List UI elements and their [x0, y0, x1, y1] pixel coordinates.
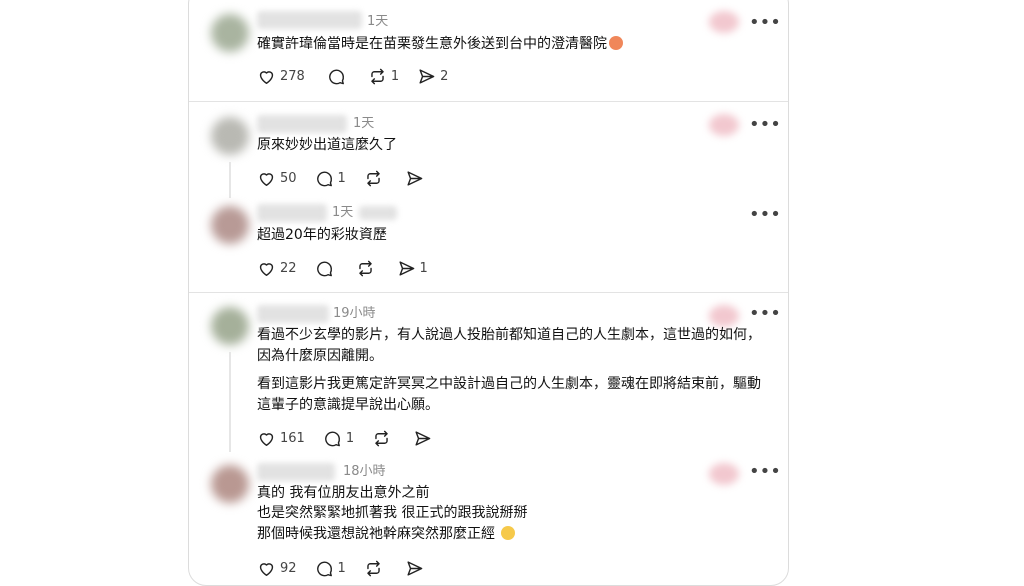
action-bar: 161 1 [257, 427, 454, 449]
like-count: 92 [280, 560, 297, 576]
send-icon [405, 559, 424, 578]
reply-count: 1 [337, 560, 346, 576]
repost-icon [372, 429, 391, 448]
repost-count: 1 [390, 68, 400, 84]
speech-bubble-icon [315, 259, 334, 278]
share-button[interactable]: 1 [397, 259, 428, 278]
send-icon [397, 259, 416, 278]
send-icon [417, 67, 436, 86]
like-count: 22 [280, 260, 297, 276]
divider [189, 292, 788, 293]
action-bar: 22 1 [257, 257, 446, 279]
reply-count: 1 [345, 430, 355, 446]
avatar[interactable] [211, 117, 249, 155]
username-blurred[interactable] [257, 204, 327, 222]
badge-blurred [359, 206, 397, 220]
speech-bubble-icon [327, 67, 346, 86]
comment-text: 確實許瑋倫當時是在苗栗發生意外後送到台中的澄清醫院 [257, 34, 623, 55]
pleading-face-emoji [501, 526, 516, 540]
more-options-icon[interactable]: ••• [749, 116, 781, 138]
repost-icon [364, 559, 383, 578]
username-blurred[interactable] [257, 463, 335, 481]
heart-icon [257, 169, 276, 188]
comments-panel: 1天 ••• 確實許瑋倫當時是在苗栗發生意外後送到台中的澄清醫院 278 1 2… [188, 0, 789, 586]
heart-icon [257, 559, 276, 578]
share-button[interactable]: 2 [417, 67, 448, 86]
repost-icon [368, 67, 387, 86]
angry-face-emoji [609, 36, 623, 50]
comment-text: 也是突然緊緊地抓著我 很正式的跟我說掰掰 [257, 505, 528, 521]
repost-icon [364, 169, 383, 188]
more-options-icon[interactable]: ••• [749, 14, 781, 36]
liked-indicator [709, 11, 739, 33]
liked-indicator [709, 114, 739, 136]
action-bar: 50 1 [257, 167, 446, 189]
like-count: 278 [280, 68, 305, 84]
more-options-icon[interactable]: ••• [749, 463, 781, 485]
comment-text: 那個時候我還想說祂幹麻突然那麼正經 [257, 524, 516, 545]
speech-bubble-icon [315, 169, 334, 188]
heart-icon [257, 67, 276, 86]
comment-text: 看過不少玄學的影片，有人說過人投胎前都知道自己的人生劇本，這世過的如何， [257, 327, 761, 343]
comment-text: 這輩子的意識提早說出心願。 [257, 397, 439, 413]
repost-button[interactable] [364, 169, 387, 188]
avatar[interactable] [211, 465, 249, 503]
heart-icon [257, 259, 276, 278]
heart-icon [257, 429, 276, 448]
like-button[interactable]: 92 [257, 559, 297, 578]
timestamp: 18小時 [343, 464, 386, 479]
comment-text: 因為什麼原因離開。 [257, 348, 383, 364]
reply-button[interactable]: 1 [323, 429, 354, 448]
comment-body: 那個時候我還想說祂幹麻突然那麼正經 [257, 526, 495, 542]
comment-text: 真的 我有位朋友出意外之前 [257, 485, 430, 501]
username-blurred[interactable] [257, 11, 362, 29]
repost-button[interactable]: 1 [368, 67, 399, 86]
timestamp: 1天 [353, 116, 375, 131]
liked-indicator [709, 305, 739, 327]
comment-text: 原來妙妙出道這麼久了 [257, 137, 397, 153]
reply-count: 1 [337, 170, 346, 186]
timestamp: 19小時 [333, 306, 376, 321]
send-icon [405, 169, 424, 188]
action-bar: 278 1 2 [257, 65, 466, 87]
repost-button[interactable] [356, 259, 379, 278]
reply-button[interactable]: 1 [315, 169, 346, 188]
avatar[interactable] [211, 307, 249, 345]
like-count: 50 [280, 170, 297, 186]
divider [189, 101, 788, 102]
share-button[interactable] [413, 429, 436, 448]
avatar[interactable] [211, 206, 249, 244]
share-button[interactable] [405, 559, 428, 578]
timestamp: 1天 [332, 205, 354, 220]
repost-button[interactable] [372, 429, 395, 448]
username-blurred[interactable] [257, 305, 329, 323]
share-count: 2 [440, 68, 449, 84]
speech-bubble-icon [315, 559, 334, 578]
comment-body: 確實許瑋倫當時是在苗栗發生意外後送到台中的澄清醫院 [257, 36, 607, 52]
username-blurred[interactable] [257, 115, 347, 133]
speech-bubble-icon [323, 429, 342, 448]
share-count: 1 [419, 260, 428, 276]
timestamp: 1天 [367, 14, 389, 29]
reply-button[interactable] [315, 259, 338, 278]
thread-line [229, 162, 231, 198]
like-button[interactable]: 22 [257, 259, 297, 278]
send-icon [413, 429, 432, 448]
thread-line [229, 352, 231, 452]
reply-button[interactable]: 1 [315, 559, 346, 578]
share-button[interactable] [405, 169, 428, 188]
like-button[interactable]: 50 [257, 169, 297, 188]
like-button[interactable]: 161 [257, 429, 305, 448]
like-button[interactable]: 278 [257, 67, 305, 86]
like-count: 161 [280, 430, 305, 446]
comment-text: 看到這影片我更篤定許冥冥之中設計過自己的人生劇本，靈魂在即將結束前，驅動 [257, 376, 761, 392]
repost-icon [356, 259, 375, 278]
comment-text: 超過20年的彩妝資歷 [257, 227, 387, 243]
reply-button[interactable] [327, 67, 350, 86]
liked-indicator [709, 463, 739, 485]
more-options-icon[interactable]: ••• [749, 206, 781, 228]
repost-button[interactable] [364, 559, 387, 578]
avatar[interactable] [211, 14, 249, 52]
